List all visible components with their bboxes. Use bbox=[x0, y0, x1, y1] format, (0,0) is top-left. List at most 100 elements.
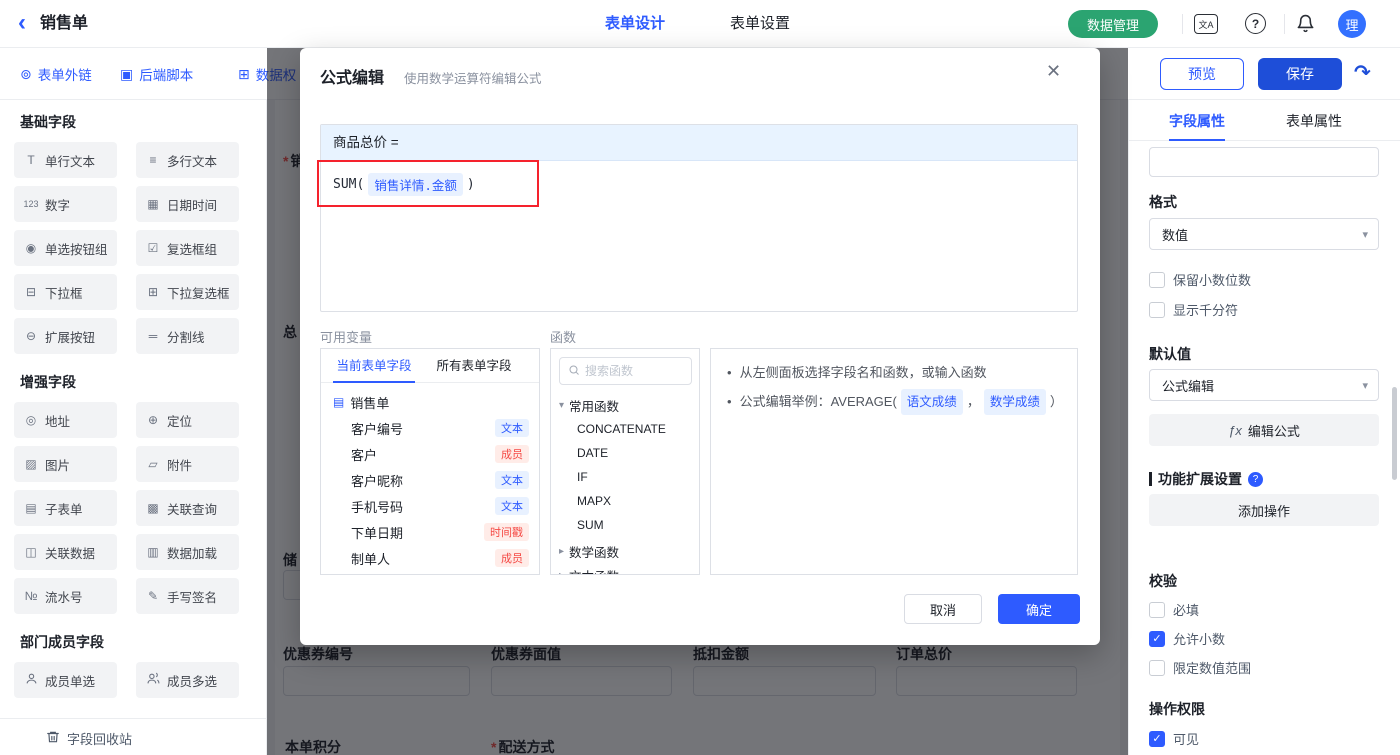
checkbox-icon bbox=[1149, 271, 1165, 288]
function-item-date[interactable]: DATE bbox=[577, 441, 608, 465]
tab-form-settings[interactable]: 表单设置 bbox=[730, 0, 790, 48]
field-type-tag: 成员 bbox=[495, 549, 529, 567]
chevron-right-icon: ▸ bbox=[559, 569, 565, 575]
field-type-tag: 时间戳 bbox=[484, 523, 529, 541]
variable-item[interactable]: 制单人 成员 bbox=[321, 545, 539, 571]
search-input[interactable] bbox=[585, 364, 675, 378]
format-label: 格式 bbox=[1149, 194, 1177, 210]
function-group-math[interactable]: ▸ 数学函数 bbox=[559, 539, 619, 563]
variable-item[interactable]: 客户编号 文本 bbox=[321, 415, 539, 441]
function-search[interactable] bbox=[559, 357, 692, 385]
field-name-input[interactable] bbox=[1149, 147, 1379, 177]
tab-form-properties[interactable]: 表单属性 bbox=[1286, 111, 1342, 141]
tab-field-properties[interactable]: 字段属性 bbox=[1169, 111, 1225, 141]
field-type-signature[interactable]: ✎ 手写签名 bbox=[136, 578, 239, 614]
avatar[interactable]: 理 bbox=[1338, 10, 1366, 38]
related-query-icon: ▩ bbox=[147, 501, 159, 515]
share-icon[interactable]: ↷ bbox=[1354, 60, 1371, 85]
scrollbar[interactable] bbox=[1392, 387, 1397, 480]
field-type-single-line-text[interactable]: T 单行文本 bbox=[14, 142, 117, 178]
translate-icon[interactable]: 文A bbox=[1194, 14, 1218, 34]
variable-item[interactable]: 客户昵称 文本 bbox=[321, 467, 539, 493]
tab-all-form-fields[interactable]: 所有表单字段 bbox=[433, 349, 515, 383]
add-action-button[interactable]: 添加操作 bbox=[1149, 494, 1379, 526]
function-group-text[interactable]: ▸文本函数 bbox=[559, 563, 619, 575]
formula-editor[interactable]: 商品总价 = SUM( 销售详情.金额 ) bbox=[320, 124, 1078, 312]
field-type-data-load[interactable]: ▥ 数据加载 bbox=[136, 534, 239, 570]
edit-formula-button[interactable]: ƒx 编辑公式 bbox=[1149, 414, 1379, 446]
field-type-member-multi[interactable]: 成员多选 bbox=[136, 662, 239, 698]
field-type-radio-group[interactable]: ◉ 单选按钮组 bbox=[14, 230, 117, 266]
question-icon[interactable]: ? bbox=[1248, 471, 1263, 487]
related-data-icon: ◫ bbox=[25, 545, 37, 559]
datetime-icon: ▦ bbox=[147, 197, 159, 211]
field-type-checkbox-group[interactable]: ☑ 复选框组 bbox=[136, 230, 239, 266]
variable-item[interactable]: 手机号码 文本 bbox=[321, 493, 539, 519]
checkbox-thousands-separator[interactable]: 显示千分符 bbox=[1149, 300, 1238, 319]
checkbox-limit-range[interactable]: 限定数值范围 bbox=[1149, 658, 1251, 677]
checkbox-icon bbox=[1149, 630, 1165, 647]
default-value-select[interactable]: 公式编辑 ▾ bbox=[1149, 369, 1379, 401]
form-external-link[interactable]: ⊚ 表单外链 bbox=[20, 48, 92, 100]
field-type-divider[interactable]: ═ 分割线 bbox=[136, 318, 239, 354]
multi-line-text-icon: ≡ bbox=[149, 153, 157, 167]
field-recycle-bin[interactable]: 字段回收站 bbox=[46, 726, 132, 750]
field-type-multi-line-text[interactable]: ≡ 多行文本 bbox=[136, 142, 239, 178]
number-icon: 123 bbox=[23, 199, 39, 209]
example-field-token: 语文成绩 bbox=[900, 389, 963, 415]
search-icon bbox=[568, 364, 580, 379]
formula-edit-modal: 公式编辑 使用数学运算符编辑公式 ✕ 商品总价 = SUM( 销售详情.金额 )… bbox=[300, 48, 1100, 645]
permission-icon: ⊞ bbox=[238, 65, 250, 82]
chevron-down-icon: ▾ bbox=[559, 399, 565, 411]
field-type-serial-number[interactable]: № 流水号 bbox=[14, 578, 117, 614]
save-button[interactable]: 保存 bbox=[1258, 58, 1342, 90]
confirm-button[interactable]: 确定 bbox=[998, 594, 1080, 624]
field-type-datetime[interactable]: ▦ 日期时间 bbox=[136, 186, 239, 222]
help-icon[interactable]: ? bbox=[1245, 13, 1266, 34]
tab-form-design[interactable]: 表单设计 bbox=[605, 0, 665, 48]
function-item-sum[interactable]: SUM bbox=[577, 513, 604, 537]
variable-item[interactable]: 下单日期 时间戳 bbox=[321, 519, 539, 545]
single-line-text-icon: T bbox=[27, 153, 35, 167]
field-type-subform[interactable]: ▤ 子表单 bbox=[14, 490, 117, 526]
field-type-dropdown[interactable]: ⊟ 下拉框 bbox=[14, 274, 117, 310]
modal-subtitle: 使用数学运算符编辑公式 bbox=[404, 72, 542, 86]
field-type-address[interactable]: ◎ 地址 bbox=[14, 402, 117, 438]
chevron-down-icon: ▾ bbox=[1362, 228, 1368, 241]
tab-current-form-fields[interactable]: 当前表单字段 bbox=[333, 349, 415, 383]
function-item-concatenate[interactable]: CONCATENATE bbox=[577, 417, 666, 441]
field-type-related-query[interactable]: ▩ 关联查询 bbox=[136, 490, 239, 526]
function-item-mapx[interactable]: MAPX bbox=[577, 489, 611, 513]
tree-root-sales-order[interactable]: ▤ 销售单 bbox=[333, 389, 389, 415]
format-select[interactable]: 数值 ▾ bbox=[1149, 218, 1379, 250]
back-button[interactable]: ‹ bbox=[18, 10, 26, 36]
field-type-multi-dropdown[interactable]: ⊞ 下拉复选框 bbox=[136, 274, 239, 310]
close-icon[interactable]: ✕ bbox=[1046, 61, 1061, 82]
checkbox-allow-decimals[interactable]: 允许小数 bbox=[1149, 629, 1225, 648]
backend-script-link[interactable]: ▣ 后端脚本 bbox=[120, 48, 193, 100]
data-load-icon: ▥ bbox=[147, 545, 159, 559]
example-field-token: 数学成绩 bbox=[983, 389, 1046, 415]
bell-icon[interactable] bbox=[1296, 14, 1315, 36]
field-type-number[interactable]: 123 数字 bbox=[14, 186, 117, 222]
formula-target: 商品总价 = bbox=[321, 125, 1077, 161]
field-type-location[interactable]: ⊕ 定位 bbox=[136, 402, 239, 438]
cancel-button[interactable]: 取消 bbox=[904, 594, 982, 624]
field-type-related-data[interactable]: ◫ 关联数据 bbox=[14, 534, 117, 570]
function-item-if[interactable]: IF bbox=[577, 465, 588, 489]
preview-button[interactable]: 预览 bbox=[1160, 58, 1244, 90]
data-manage-button[interactable]: 数据管理 bbox=[1068, 10, 1158, 38]
field-type-member-single[interactable]: 成员单选 bbox=[14, 662, 117, 698]
field-type-extend-button[interactable]: ⊖ 扩展按钮 bbox=[14, 318, 117, 354]
signature-icon: ✎ bbox=[147, 589, 159, 603]
checkbox-keep-decimals[interactable]: 保留小数位数 bbox=[1149, 270, 1251, 289]
tip-line: • 从左侧面板选择字段名和函数，或输入函数 bbox=[727, 362, 1065, 384]
default-value-label: 默认值 bbox=[1149, 346, 1191, 362]
field-type-attachment[interactable]: ▱ 附件 bbox=[136, 446, 239, 482]
field-type-image[interactable]: ▨ 图片 bbox=[14, 446, 117, 482]
app-root: *销 总 储 优惠券编号 优惠券面值 抵扣金额 订单总价 本单积分 *配送方式 … bbox=[0, 0, 1400, 755]
checkbox-required[interactable]: 必填 bbox=[1149, 600, 1199, 619]
variable-item[interactable]: 客户 成员 bbox=[321, 441, 539, 467]
checkbox-visible[interactable]: 可见 bbox=[1149, 729, 1199, 748]
function-group-common[interactable]: ▾ 常用函数 bbox=[559, 393, 619, 417]
